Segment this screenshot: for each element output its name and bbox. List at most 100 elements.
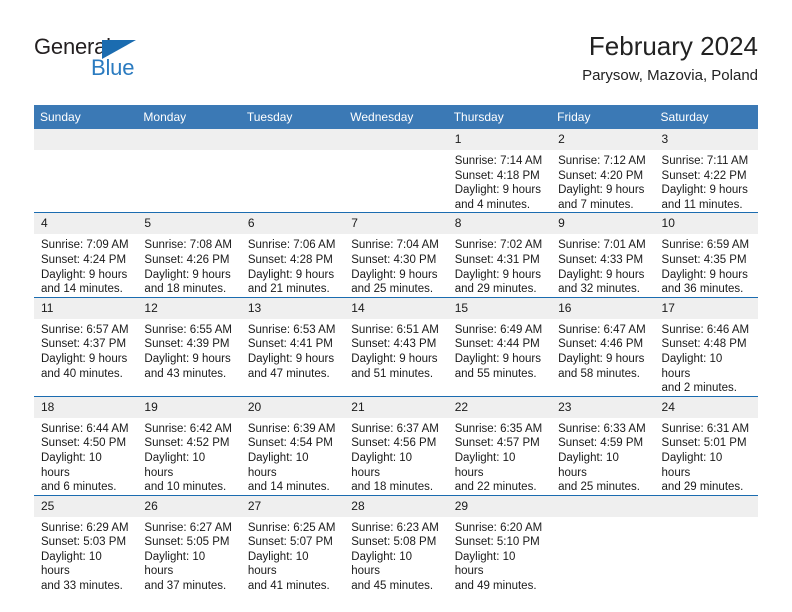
- day-details: Sunrise: 6:20 AM Sunset: 5:10 PM Daylight:…: [448, 517, 551, 594]
- page-subtitle: Parysow, Mazovia, Poland: [582, 67, 758, 84]
- weekday-header-row: Sunday Monday Tuesday Wednesday Thursday…: [34, 105, 758, 129]
- sunrise-text: Sunrise: 7:02 AM: [454, 239, 543, 252]
- daylight-text-line1: Daylight: 10 hours: [351, 451, 412, 479]
- calendar-body: 1 Sunrise: 7:14 AM Sunset: 4:18 PM Daylight…: [34, 129, 758, 594]
- calendar-day-cell[interactable]: 10 Sunrise: 6:59 AM Sunset: 4:35 PM Dayligh…: [654, 212, 758, 298]
- sunrise-text: Sunrise: 6:37 AM: [351, 422, 439, 435]
- title-block: February 2024 Parysow, Mazovia, Poland: [582, 30, 758, 87]
- day-number: 27: [240, 495, 345, 517]
- calendar-day-cell[interactable]: 26 Sunrise: 6:27 AM Sunset: 5:05 PM Dayligh…: [137, 494, 241, 594]
- calendar-day-cell[interactable]: 25 Sunrise: 6:29 AM Sunset: 5:03 PM Dayligh…: [34, 494, 138, 594]
- sunrise-text: Sunrise: 7:01 AM: [558, 239, 646, 252]
- brand-logo[interactable]: General Blue: [34, 34, 214, 90]
- day-number: 11: [34, 297, 138, 319]
- day-number: 5: [137, 213, 241, 235]
- calendar-day-cell[interactable]: 14 Sunrise: 6:51 AM Sunset: 4:43 PM Dayligh…: [344, 296, 448, 397]
- calendar-day-cell[interactable]: 4 Sunrise: 7:09 AM Sunset: 4:24 PM Daylight…: [34, 212, 138, 298]
- calendar-day-cell[interactable]: 19 Sunrise: 6:42 AM Sunset: 4:52 PM Dayligh…: [137, 395, 241, 496]
- daylight-text-line2: and 10 minutes.: [144, 481, 227, 494]
- calendar-day-cell[interactable]: 21 Sunrise: 6:37 AM Sunset: 4:56 PM Dayligh…: [344, 395, 448, 496]
- sunrise-text: Sunrise: 6:55 AM: [144, 323, 232, 336]
- day-details: Sunrise: 7:02 AM Sunset: 4:31 PM Daylight:…: [448, 234, 551, 296]
- calendar-empty-cell: [654, 494, 758, 594]
- daylight-text-line2: and 22 minutes.: [454, 481, 537, 494]
- daylight-text-line2: and 40 minutes.: [41, 367, 123, 380]
- calendar-day-cell[interactable]: 15 Sunrise: 6:49 AM Sunset: 4:44 PM Dayligh…: [447, 296, 552, 397]
- day-number: 4: [34, 213, 138, 235]
- day-details: Sunrise: 6:27 AM Sunset: 5:05 PM Daylight:…: [137, 517, 240, 594]
- sunrise-text: Sunrise: 6:20 AM: [454, 521, 543, 534]
- calendar-empty-cell: [137, 129, 241, 213]
- day-number: [654, 495, 758, 517]
- calendar-day-cell[interactable]: 11 Sunrise: 6:57 AM Sunset: 4:37 PM Dayligh…: [34, 296, 138, 397]
- calendar-day-cell[interactable]: 23 Sunrise: 6:33 AM Sunset: 4:59 PM Dayligh…: [551, 395, 655, 496]
- calendar-day-cell[interactable]: 13 Sunrise: 6:53 AM Sunset: 4:41 PM Dayligh…: [240, 296, 345, 397]
- calendar-day-cell[interactable]: 29 Sunrise: 6:20 AM Sunset: 5:10 PM Dayligh…: [447, 494, 552, 594]
- calendar-day-cell[interactable]: 27 Sunrise: 6:25 AM Sunset: 5:07 PM Dayligh…: [240, 494, 345, 594]
- page-header: General Blue February 2024 Parysow, Mazo…: [34, 30, 758, 100]
- day-details: Sunrise: 7:08 AM Sunset: 4:26 PM Daylight:…: [137, 234, 240, 296]
- daylight-text-line1: Daylight: 10 hours: [247, 550, 309, 578]
- day-number: 22: [447, 396, 552, 418]
- daylight-text-line2: and 4 minutes.: [454, 198, 531, 211]
- sunrise-text: Sunrise: 7:06 AM: [247, 239, 336, 252]
- daylight-text-line2: and 2 minutes.: [661, 382, 737, 395]
- daylight-text-line1: Daylight: 10 hours: [661, 451, 723, 479]
- daylight-text-line2: and 51 minutes.: [351, 367, 434, 380]
- calendar-day-cell[interactable]: 7 Sunrise: 7:04 AM Sunset: 4:30 PM Daylight…: [344, 212, 448, 298]
- calendar-day-cell[interactable]: 1 Sunrise: 7:14 AM Sunset: 4:18 PM Daylight…: [447, 129, 552, 213]
- day-number: [344, 129, 448, 150]
- sunrise-text: Sunrise: 6:44 AM: [41, 422, 129, 435]
- calendar-day-cell[interactable]: 28 Sunrise: 6:23 AM Sunset: 5:08 PM Dayligh…: [344, 494, 448, 594]
- calendar-day-cell[interactable]: 24 Sunrise: 6:31 AM Sunset: 5:01 PM Dayligh…: [654, 395, 758, 496]
- calendar-day-cell[interactable]: 20 Sunrise: 6:39 AM Sunset: 4:54 PM Dayligh…: [240, 395, 345, 496]
- calendar-day-cell[interactable]: 3 Sunrise: 7:11 AM Sunset: 4:22 PM Daylight…: [654, 129, 758, 213]
- daylight-text-line2: and 18 minutes.: [351, 481, 434, 494]
- daylight-text-line2: and 25 minutes.: [351, 283, 434, 296]
- day-number: 26: [137, 495, 241, 517]
- day-details: Sunrise: 6:49 AM Sunset: 4:44 PM Daylight:…: [448, 319, 551, 381]
- calendar-week-row: 4 Sunrise: 7:09 AM Sunset: 4:24 PM Daylight…: [34, 212, 758, 298]
- weekday-header-saturday: Saturday: [654, 105, 758, 129]
- sunrise-text: Sunrise: 7:11 AM: [661, 155, 749, 167]
- calendar-day-cell[interactable]: 17 Sunrise: 6:46 AM Sunset: 4:48 PM Dayligh…: [654, 296, 758, 397]
- sunrise-text: Sunrise: 6:25 AM: [247, 521, 336, 534]
- calendar-day-cell[interactable]: 8 Sunrise: 7:02 AM Sunset: 4:31 PM Daylight…: [447, 212, 552, 298]
- calendar-day-cell[interactable]: 16 Sunrise: 6:47 AM Sunset: 4:46 PM Dayligh…: [551, 296, 655, 397]
- calendar-day-cell[interactable]: 6 Sunrise: 7:06 AM Sunset: 4:28 PM Daylight…: [240, 212, 345, 298]
- daylight-text-line1: Daylight: 9 hours: [351, 352, 438, 365]
- day-number: 19: [137, 396, 241, 418]
- calendar-day-cell[interactable]: 18 Sunrise: 6:44 AM Sunset: 4:50 PM Dayligh…: [34, 395, 138, 496]
- calendar-week-row: 1 Sunrise: 7:14 AM Sunset: 4:18 PM Daylight…: [34, 129, 758, 213]
- daylight-text-line2: and 29 minutes.: [661, 481, 744, 494]
- daylight-text-line1: Daylight: 10 hours: [454, 451, 516, 479]
- calendar-day-cell[interactable]: 22 Sunrise: 6:35 AM Sunset: 4:57 PM Dayligh…: [447, 395, 552, 496]
- daylight-text-line1: Daylight: 9 hours: [558, 352, 645, 365]
- day-number: 17: [654, 297, 758, 319]
- calendar-week-row: 11 Sunrise: 6:57 AM Sunset: 4:37 PM Dayligh…: [34, 296, 758, 397]
- day-number: 3: [654, 129, 758, 150]
- daylight-text-line2: and 18 minutes.: [144, 283, 227, 296]
- calendar-day-cell[interactable]: 2 Sunrise: 7:12 AM Sunset: 4:20 PM Daylight…: [551, 129, 655, 213]
- calendar-table: Sunday Monday Tuesday Wednesday Thursday…: [34, 105, 758, 594]
- sunset-text: Sunset: 4:48 PM: [661, 338, 747, 351]
- page-title: February 2024: [588, 31, 758, 61]
- sunrise-text: Sunrise: 7:04 AM: [351, 239, 439, 252]
- sunset-text: Sunset: 4:22 PM: [661, 169, 747, 182]
- calendar-day-cell[interactable]: 9 Sunrise: 7:01 AM Sunset: 4:33 PM Daylight…: [551, 212, 655, 298]
- day-number: 25: [34, 495, 138, 517]
- daylight-text-line1: Daylight: 9 hours: [247, 268, 335, 281]
- sunrise-text: Sunrise: 6:27 AM: [144, 521, 232, 534]
- calendar-empty-cell: [240, 129, 345, 213]
- sunset-text: Sunset: 4:52 PM: [144, 437, 230, 450]
- sunset-text: Sunset: 4:26 PM: [144, 253, 230, 266]
- calendar-day-cell[interactable]: 5 Sunrise: 7:08 AM Sunset: 4:26 PM Daylight…: [137, 212, 241, 298]
- sunset-text: Sunset: 4:30 PM: [351, 253, 437, 266]
- weekday-header-sunday: Sunday: [34, 105, 138, 129]
- sunrise-text: Sunrise: 7:14 AM: [454, 155, 543, 167]
- daylight-text-line2: and 58 minutes.: [558, 367, 640, 380]
- day-details: Sunrise: 6:37 AM Sunset: 4:56 PM Daylight:…: [344, 418, 447, 495]
- day-number: 13: [240, 297, 345, 319]
- calendar-day-cell[interactable]: 12 Sunrise: 6:55 AM Sunset: 4:39 PM Dayligh…: [137, 296, 241, 397]
- daylight-text-line1: Daylight: 10 hours: [661, 352, 723, 380]
